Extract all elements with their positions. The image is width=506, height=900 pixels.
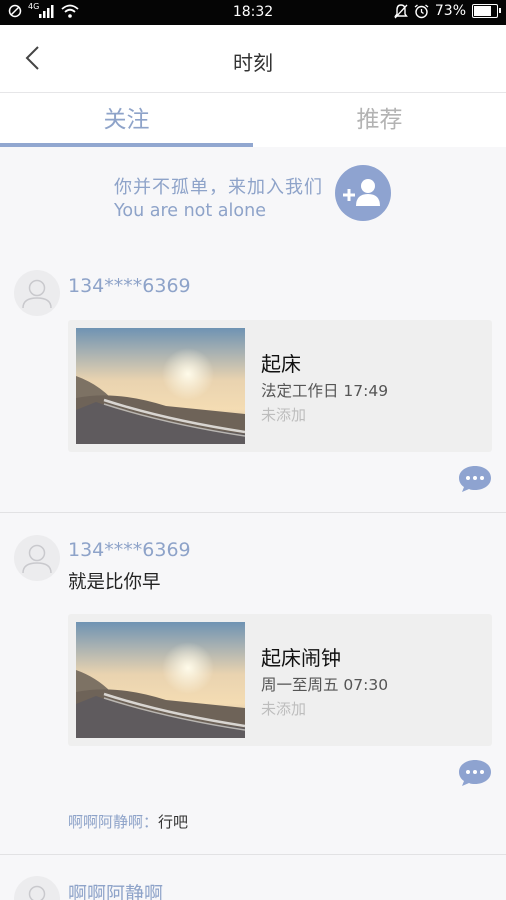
alarm-title: 起床闹钟 [261,646,341,670]
avatar-placeholder-icon [28,885,46,900]
avatar[interactable] [14,876,60,900]
post-2: 134****6369 就是比你早 起床闹钟 周一至周五 07:30 未添加 啊… [0,513,506,854]
avatar[interactable] [14,270,60,316]
comment-button[interactable] [458,465,492,493]
post-text: 就是比你早 [68,572,161,593]
avatar-placeholder-icon [22,544,52,574]
alarm-time: 周一至周五 07:30 [261,676,389,694]
add-friend-button[interactable] [335,165,391,221]
alarm-status: 未添加 [261,700,307,718]
bell-icon [393,3,408,18]
invite-text: 你并不孤单，来加入我们 You are not alone [114,173,323,221]
comment-text: 行吧 [158,813,189,831]
battery-icon [472,4,501,18]
top-bar: 时刻 [0,25,506,93]
comment-bubble-icon [459,466,491,492]
status-bar: 4G 18:32 73% [0,0,506,25]
username[interactable]: 134****6369 [68,539,191,561]
add-friend-icon [343,179,380,206]
comment-separator: ： [143,813,159,831]
username[interactable]: 134****6369 [68,275,191,297]
comment-user[interactable]: 啊啊阿静啊 [68,813,143,831]
alarm-title: 起床 [261,352,301,376]
comment-bubble-icon [459,760,491,786]
status-right: 73% [393,3,501,19]
alarm-status: 未添加 [261,406,307,424]
invite-text-cn: 你并不孤单，来加入我们 [114,177,323,198]
alarm-thumbnail [76,328,245,444]
alarm-icon [414,3,429,18]
comment-line: 啊啊阿静啊：行吧 [68,811,188,832]
alarm-card[interactable]: 起床 法定工作日 17:49 未添加 [68,320,492,452]
avatar[interactable] [14,535,60,581]
alarm-thumbnail [76,622,245,738]
page-title: 时刻 [233,51,273,75]
battery-percent: 73% [434,3,466,19]
tab-bar: 关注 推荐 [0,93,506,147]
post-1: 134****6369 起床 法定工作日 17:49 未添加 [0,247,506,512]
alarm-card[interactable]: 起床闹钟 周一至周五 07:30 未添加 [68,614,492,746]
tab-follow[interactable]: 关注 [0,100,253,134]
invite-banner: 你并不孤单，来加入我们 You are not alone [0,147,506,247]
username[interactable]: 啊啊阿静啊 [68,879,163,900]
alarm-time: 法定工作日 17:49 [261,382,389,400]
invite-text-en: You are not alone [114,201,266,221]
comment-button[interactable] [458,759,492,787]
tab-recommend[interactable]: 推荐 [253,100,506,134]
post-3: 啊啊阿静啊 [0,855,506,900]
avatar-placeholder-icon [22,279,52,309]
